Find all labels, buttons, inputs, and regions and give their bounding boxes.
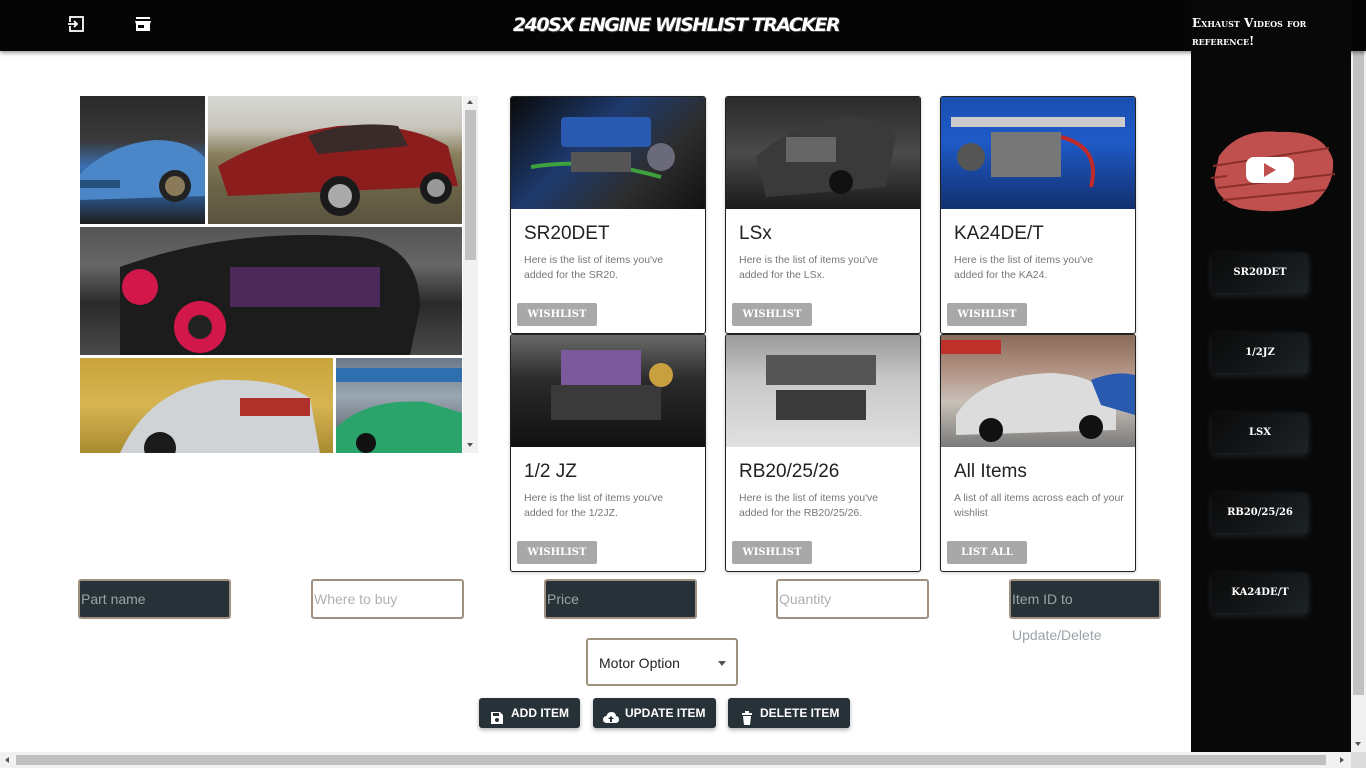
sidebar-title: Exhaust Videos for reference! xyxy=(1192,16,1307,48)
card-ka24: KA24DE/T Here is the list of items you'v… xyxy=(940,96,1136,334)
wishlist-button-ka24[interactable]: WISHLIST xyxy=(947,303,1027,326)
wishlist-button-rb[interactable]: WISHLIST xyxy=(732,541,812,564)
card-title: SR20DET xyxy=(524,223,610,244)
where-to-buy-input[interactable]: Where to buy xyxy=(311,579,464,619)
add-item-label: ADD ITEM xyxy=(511,706,569,720)
card-image-1-2jz xyxy=(511,335,705,447)
card-description: Here is the list of items you've added f… xyxy=(739,254,879,281)
page-vertical-scrollbar[interactable] xyxy=(1351,0,1366,752)
page-horizontal-scrollbar[interactable] xyxy=(0,752,1351,768)
page-horizontal-scroll-thumb[interactable] xyxy=(16,755,1326,765)
wishlist-button-lsx[interactable]: WISHLIST xyxy=(732,303,812,326)
gallery-photo-blue-s13 xyxy=(80,96,205,224)
card-image-ka24 xyxy=(941,97,1135,209)
delete-item-button[interactable]: DELETE ITEM xyxy=(728,698,850,728)
item-id-input[interactable]: Item ID to Update/Delete xyxy=(1009,579,1161,643)
card-image-lsx xyxy=(726,97,920,209)
page-vertical-scroll-thumb[interactable] xyxy=(1353,15,1364,695)
card-title: 1/2 JZ xyxy=(524,461,577,482)
card-description: Here is the list of items you've added f… xyxy=(524,492,664,519)
card-image-rb xyxy=(726,335,920,447)
card-image-all-items xyxy=(941,335,1135,447)
wishlist-button-sr20det[interactable]: WISHLIST xyxy=(517,303,597,326)
add-item-button[interactable]: ADD ITEM xyxy=(479,698,580,728)
delete-item-label: DELETE ITEM xyxy=(760,706,840,720)
gallery-photo-black-s14-engine xyxy=(80,227,462,355)
list-all-button[interactable]: LIST ALL xyxy=(947,541,1027,564)
cloud-upload-icon xyxy=(603,706,619,723)
youtube-icon[interactable] xyxy=(1209,126,1337,214)
part-name-input[interactable]: Part name xyxy=(78,579,231,619)
card-title: All Items xyxy=(954,461,1027,482)
sidebar-link-ka24[interactable]: KA24DE/T xyxy=(1212,573,1308,613)
card-sr20det: SR20DET Here is the list of items you've… xyxy=(510,96,706,334)
wishlist-button-1-2jz[interactable]: WISHLIST xyxy=(517,541,597,564)
card-description: Here is the list of items you've added f… xyxy=(739,492,879,519)
sidebar-link-lsx[interactable]: LSX xyxy=(1212,413,1308,453)
card-description: Here is the list of items you've added f… xyxy=(954,254,1094,281)
chevron-down-icon xyxy=(718,661,726,666)
card-title: RB20/25/26 xyxy=(739,461,840,482)
card-rb: RB20/25/26 Here is the list of items you… xyxy=(725,334,921,572)
motor-option-select[interactable]: Motor Option xyxy=(586,638,738,686)
save-icon xyxy=(490,706,504,724)
card-lsx: LSx Here is the list of items you've add… xyxy=(725,96,921,334)
card-description: A list of all items across each of your … xyxy=(954,492,1124,519)
update-item-label: UPDATE ITEM xyxy=(625,706,706,720)
gallery-photo-white-s13 xyxy=(80,358,333,453)
sidebar-link-sr20det[interactable]: SR20DET xyxy=(1212,253,1308,293)
video-sidebar: Exhaust Videos for reference! SR20DET 1/… xyxy=(1191,0,1351,752)
motor-option-value: Motor Option xyxy=(599,655,680,671)
scrollbar-corner xyxy=(1351,752,1366,768)
sidebar-link-rb[interactable]: RB20/25/26 xyxy=(1212,493,1308,533)
gallery-scroll-thumb[interactable] xyxy=(465,110,476,260)
top-app-bar: 240sx Engine Wishlist Tracker xyxy=(0,0,1366,51)
card-title: LSx xyxy=(739,223,772,244)
photo-gallery xyxy=(80,96,478,453)
gallery-photo-red-s14 xyxy=(208,96,462,224)
card-title: KA24DE/T xyxy=(954,223,1044,244)
sidebar-link-1-2jz[interactable]: 1/2JZ xyxy=(1212,333,1308,373)
quantity-input[interactable]: Quantity xyxy=(776,579,929,619)
card-all-items: All Items A list of all items across eac… xyxy=(940,334,1136,572)
card-description: Here is the list of items you've added f… xyxy=(524,254,664,281)
gallery-scrollbar[interactable] xyxy=(463,96,478,453)
gallery-photo-green-drift xyxy=(336,358,462,453)
card-1-2jz: 1/2 JZ Here is the list of items you've … xyxy=(510,334,706,572)
update-item-button[interactable]: UPDATE ITEM xyxy=(593,698,716,728)
card-image-sr20det xyxy=(511,97,705,209)
trash-icon xyxy=(740,706,754,725)
price-input[interactable]: Price xyxy=(544,579,697,619)
app-title: 240sx Engine Wishlist Tracker xyxy=(512,14,841,36)
